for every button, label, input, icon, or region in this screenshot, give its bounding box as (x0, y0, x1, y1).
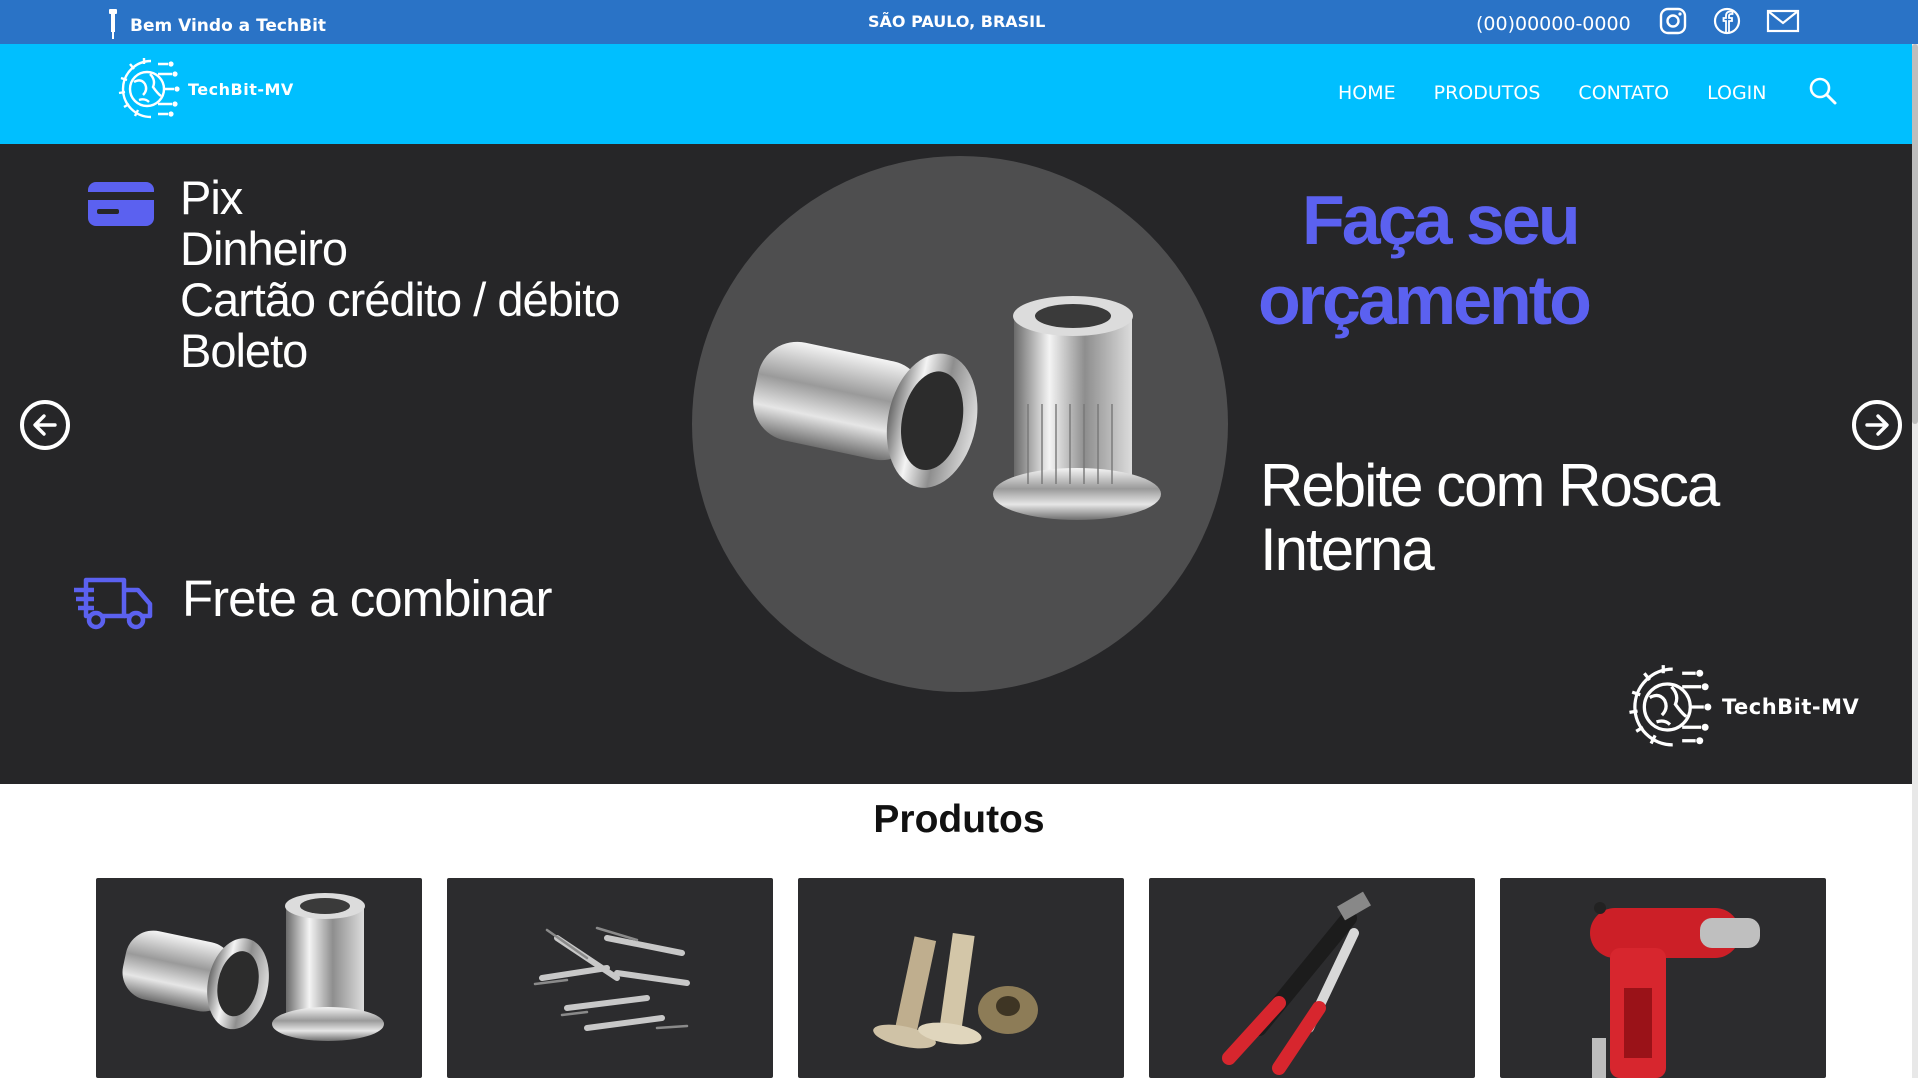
location-text: SÃO PAULO, BRASIL (868, 12, 1046, 31)
nav-produtos[interactable]: PRODUTOS (1434, 82, 1541, 104)
featured-product-name: Rebite com Rosca Interna (1260, 454, 1820, 582)
payment-dinheiro: Dinheiro (180, 222, 348, 275)
payment-cartao: Cartão crédito / débito (180, 273, 620, 326)
product-card-rivet-nut[interactable] (96, 878, 422, 1078)
top-bar: Bem Vindo a TechBit SÃO PAULO, BRASIL (0… (0, 0, 1918, 44)
hero-banner: Pix Dinheiro Cartão crédito / débito Bol… (0, 144, 1918, 784)
scrollbar-thumb[interactable] (1912, 44, 1918, 424)
arrow-right-icon (1865, 414, 1889, 436)
credit-card-icon (88, 180, 154, 232)
main-header: TechBit-MV HOME PRODUTOS CONTATO LOGIN (0, 44, 1918, 144)
arrow-left-icon (33, 414, 57, 436)
product-card-pop-rivets[interactable] (447, 878, 773, 1078)
nav-contato[interactable]: CONTATO (1578, 82, 1669, 104)
welcome-text: Bem Vindo a TechBit (130, 16, 327, 36)
rivet-nut-product-image (122, 893, 384, 1041)
logo-brand-text: TechBit-MV (188, 79, 294, 99)
headline-line-1: Faça seu (1302, 181, 1581, 259)
payment-boleto: Boleto (180, 324, 308, 377)
social-links (1658, 6, 1800, 40)
main-nav: HOME PRODUTOS CONTATO LOGIN (1338, 82, 1766, 104)
pop-rivets-product-image (533, 926, 690, 1031)
phone-number[interactable]: (00)00000-0000 (1476, 13, 1631, 35)
gear-globe-logo-icon (1629, 665, 1712, 747)
carousel-next-button[interactable] (1852, 400, 1902, 450)
nav-login[interactable]: LOGIN (1707, 82, 1766, 104)
pneumatic-riveter-product-image (1590, 902, 1760, 1078)
mail-icon[interactable] (1766, 8, 1800, 38)
page-scrollbar[interactable] (1912, 44, 1918, 1078)
hero-logo: TechBit-MV (1620, 657, 1859, 757)
rivet-nut-image (753, 296, 1161, 520)
carousel-prev-button[interactable] (20, 400, 70, 450)
hand-riveter-product-image (1222, 891, 1371, 1075)
product-card-hand-riveter[interactable] (1149, 878, 1475, 1078)
payment-methods-list: Pix Dinheiro Cartão crédito / débito Bol… (180, 171, 620, 377)
delivery-truck-icon (72, 572, 154, 638)
quote-headline[interactable]: Faça seu orçamento (1258, 180, 1592, 340)
site-logo[interactable]: TechBit-MV (114, 52, 294, 126)
headline-line-2: orçamento (1258, 261, 1592, 339)
product-card-pneumatic-riveter[interactable] (1500, 878, 1826, 1078)
product-name-line-2: Interna (1260, 516, 1435, 583)
search-icon[interactable] (1808, 76, 1838, 110)
gear-globe-logo-icon (118, 58, 180, 119)
products-section-title: Produtos (873, 798, 1045, 841)
product-card-solid-rivets[interactable] (798, 878, 1124, 1078)
solid-rivets-product-image (873, 932, 1038, 1049)
welcome-message: Bem Vindo a TechBit (106, 9, 327, 41)
facebook-icon[interactable] (1712, 6, 1742, 40)
payment-pix: Pix (180, 171, 243, 224)
product-name-line-1: Rebite com Rosca (1260, 452, 1720, 519)
products-grid (96, 878, 1826, 1078)
hero-logo-brand-text: TechBit-MV (1722, 695, 1860, 719)
instagram-icon[interactable] (1658, 6, 1688, 40)
rivet-pin-icon (106, 9, 120, 39)
nav-home[interactable]: HOME (1338, 82, 1396, 104)
shipping-text: Frete a combinar (182, 570, 552, 627)
